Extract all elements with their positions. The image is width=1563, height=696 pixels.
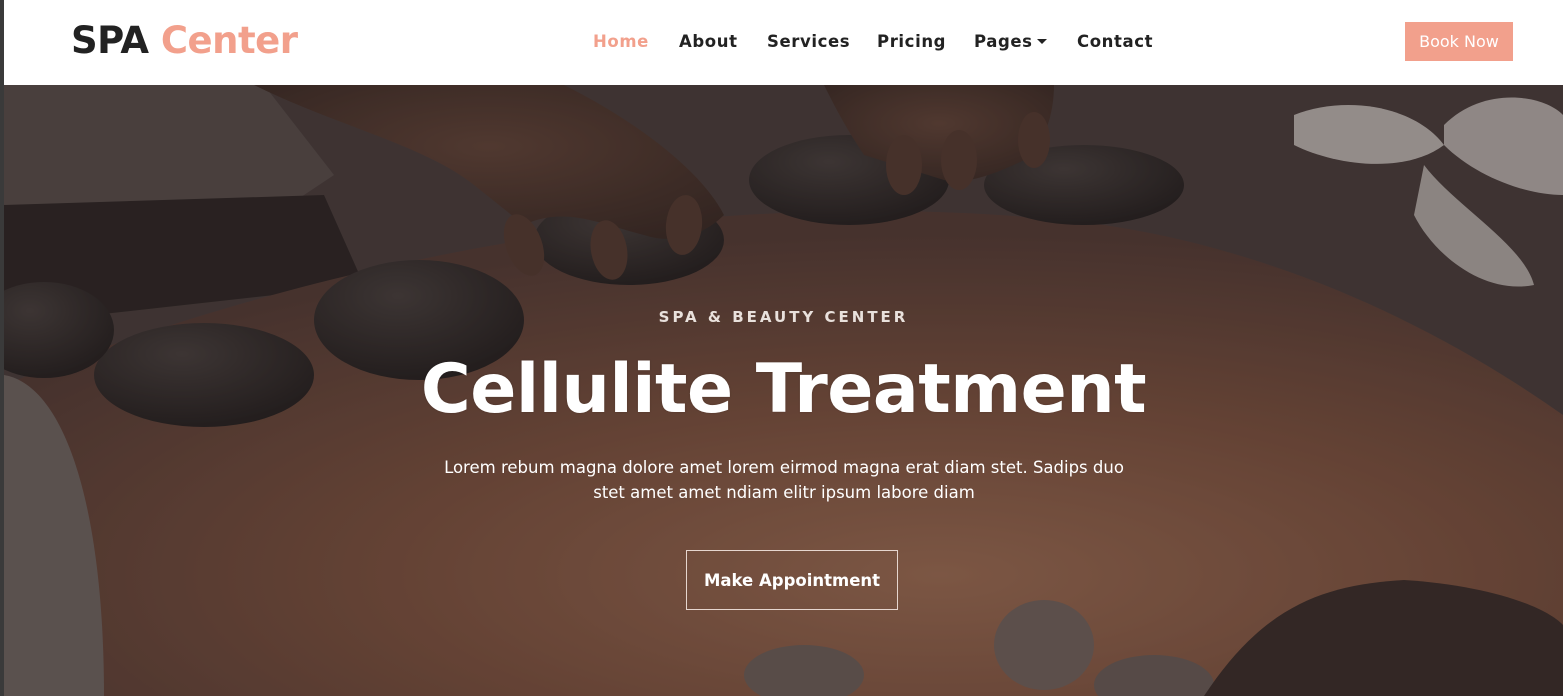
- brand-logo[interactable]: SPA Center: [71, 18, 298, 64]
- nav-item-about[interactable]: About: [679, 30, 738, 54]
- make-appointment-button[interactable]: Make Appointment: [686, 550, 898, 610]
- nav-item-pricing[interactable]: Pricing: [877, 30, 946, 54]
- nav-item-services[interactable]: Services: [767, 30, 850, 54]
- hero-section: SPA & BEAUTY CENTER Cellulite Treatment …: [4, 85, 1563, 696]
- hero-title: Cellulite Treatment: [420, 350, 1147, 429]
- nav-item-pages-label: Pages: [974, 32, 1033, 51]
- brand-logo-part1: SPA: [71, 19, 149, 62]
- hero-kicker: SPA & BEAUTY CENTER: [658, 308, 909, 326]
- nav-item-pages[interactable]: Pages: [974, 30, 1047, 54]
- brand-logo-part2: Center: [160, 19, 298, 62]
- nav-item-contact[interactable]: Contact: [1077, 30, 1153, 54]
- caret-down-icon: [1036, 39, 1047, 44]
- hero-description: Lorem rebum magna dolore amet lorem eirm…: [444, 458, 1124, 502]
- nav-item-home[interactable]: Home: [593, 30, 649, 54]
- navbar: SPA Center Home About Services Pricing P…: [4, 0, 1563, 85]
- book-now-button[interactable]: Book Now: [1405, 22, 1513, 61]
- window-left-edge: [0, 0, 4, 696]
